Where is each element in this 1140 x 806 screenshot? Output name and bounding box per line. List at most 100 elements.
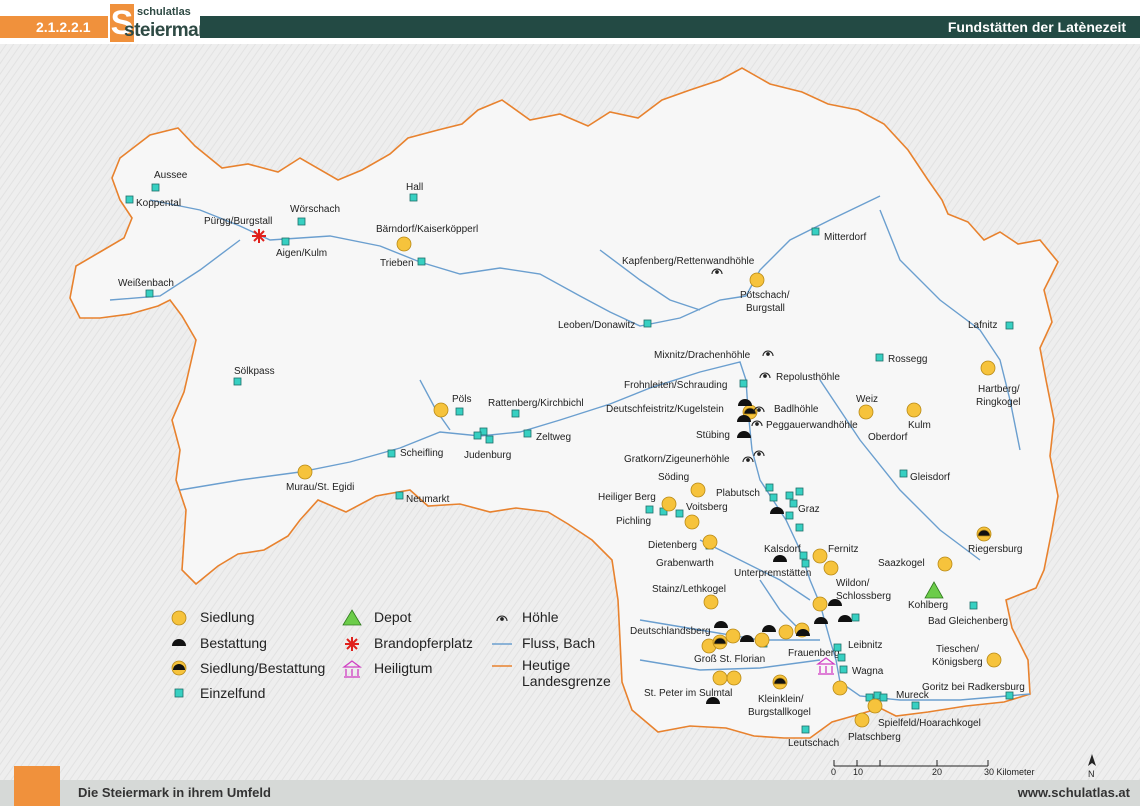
legend-einzelfund-symbol (174, 688, 184, 698)
place-label: Rattenberg/Kirchbichl (488, 398, 584, 409)
legend-hoehle: Höhle (522, 609, 559, 625)
north-label: N (1088, 769, 1095, 779)
legend-heiligtum: Heiligtum (374, 660, 432, 676)
place-label: Leoben/Donawitz (558, 320, 635, 331)
place-label: Hartberg/ (978, 384, 1020, 395)
legend-siedlung: Siedlung (200, 609, 255, 625)
header: 2.1.2.2.1 S schulatlas steiermark Fundst… (0, 0, 1140, 44)
place-label: Fernitz (828, 544, 859, 555)
place-label: Kleinklein/ (758, 694, 804, 705)
place-label: Lafnitz (968, 320, 997, 331)
footer-chapter[interactable]: Die Steiermark in ihrem Umfeld (78, 785, 271, 800)
legend-grenze-line1: Heutige (522, 657, 570, 673)
place-label: Murau/St. Egidi (286, 482, 354, 493)
place-label: Gleisdorf (910, 472, 950, 483)
place-label: Groß St. Florian (694, 654, 765, 665)
place-label: Riegersburg (968, 544, 1022, 555)
place-label: St. Peter im Sulmtal (644, 688, 732, 699)
place-label: Grabenwarth (656, 558, 714, 569)
legend-brandopferplatz-symbol (345, 637, 359, 651)
legend-siedlung-bestattung: Siedlung/Bestattung (200, 660, 325, 676)
place-label: Stübing (696, 430, 730, 441)
place-label: Leibnitz (848, 640, 882, 651)
place-label: Pöls (452, 394, 471, 405)
schulatlas-logo[interactable]: S schulatlas steiermark (110, 4, 216, 42)
place-label: Söding (658, 472, 689, 483)
place-label: Koppental (136, 198, 181, 209)
place-label: Pürgg/Burgstall (204, 216, 272, 227)
legend-grenze-line2: Landesgrenze (522, 673, 611, 689)
place-label: Dietenberg (648, 540, 697, 551)
map-canvas: Aussee Koppental Pürgg/Burgstall Wörscha… (0, 44, 1140, 780)
map-title: Fundstätten der Latènezeit (947, 19, 1126, 35)
place-label: Burgstall (746, 303, 785, 314)
place-label: Weißenbach (118, 278, 174, 289)
scale-label-20: 20 (932, 767, 942, 777)
place-label: Peggauerwandhöhle (766, 420, 858, 431)
place-label: Kapfenberg/Rettenwandhöhle (622, 256, 755, 267)
place-label: Oberdorf (868, 432, 908, 443)
place-label: Platschberg (848, 732, 901, 743)
place-label: Aussee (154, 170, 188, 181)
place-label: Ringkogel (976, 397, 1020, 408)
place-label: Goritz bei Radkersburg (922, 682, 1025, 693)
footer-website[interactable]: www.schulatlas.at (1018, 785, 1130, 800)
place-label: Mixnitz/Drachenhöhle (654, 350, 751, 361)
place-label: Zeltweg (536, 432, 571, 443)
place-label: Stainz/Lethkogel (652, 584, 726, 595)
legend-depot: Depot (374, 609, 411, 625)
place-label: Wagna (852, 666, 884, 677)
legend-brandopferplatz: Brandopferplatz (374, 635, 473, 651)
place-label: Schlossberg (836, 591, 891, 602)
place-label: Bärndorf/Kaiserköpperl (376, 224, 478, 235)
fire-altar-marker (252, 229, 266, 243)
place-label: Pötschach/ (740, 290, 790, 301)
logo-top-text: schulatlas (137, 6, 191, 18)
place-label: Neumarkt (406, 494, 450, 505)
place-label: Spielfeld/Hoarachkogel (878, 718, 981, 729)
title-bar: Fundstätten der Latènezeit (200, 16, 1140, 38)
legend-fluss: Fluss, Bach (522, 635, 595, 651)
place-label: Judenburg (464, 450, 511, 461)
place-label: Scheifling (400, 448, 443, 459)
place-label: Burgstallkogel (748, 707, 811, 718)
place-label: Plabutsch (716, 488, 760, 499)
place-label: Rossegg (888, 354, 927, 365)
place-label: Heiliger Berg (598, 492, 656, 503)
place-label: Königsberg (932, 657, 983, 668)
place-label: Wörschach (290, 204, 340, 215)
legend-siedlung-symbol (171, 610, 187, 626)
place-label: Tieschen/ (936, 644, 979, 655)
footer: Die Steiermark in ihrem Umfeld www.schul… (0, 766, 1140, 806)
legend-bestattung: Bestattung (200, 635, 267, 651)
place-label: Frauenberg (788, 648, 840, 659)
scale-label-0: 0 (831, 767, 836, 777)
styria-map-icon[interactable] (14, 766, 60, 806)
legend-einzelfund: Einzelfund (200, 685, 265, 701)
place-label: Leutschach (788, 738, 839, 749)
place-label: Kohlberg (908, 600, 948, 611)
place-label: Aigen/Kulm (276, 248, 327, 259)
place-label: Deutschfeistritz/Kugelstein (606, 404, 724, 415)
scale-label-30: 30 Kilometer (984, 767, 1035, 777)
place-label: Sölkpass (234, 366, 275, 377)
place-label: Unterpremstätten (734, 568, 811, 579)
place-label: Frohnleiten/Schrauding (624, 380, 727, 391)
place-label: Voitsberg (686, 502, 728, 513)
place-label: Trieben (380, 258, 414, 269)
place-label: Graz (798, 504, 820, 515)
place-label: Kalsdorf (764, 544, 801, 555)
place-label: Repolusthöhle (776, 372, 840, 383)
place-label: Weiz (856, 394, 878, 405)
place-label: Deutschlandsberg (630, 626, 711, 637)
map-code: 2.1.2.2.1 (0, 16, 108, 38)
place-label: Pichling (616, 516, 651, 527)
place-label: Wildon/ (836, 578, 870, 589)
scale-label-10: 10 (853, 767, 863, 777)
place-label: Gratkorn/Zigeunerhöhle (624, 454, 730, 465)
place-label: Saazkogel (878, 558, 925, 569)
place-label: Mitterdorf (824, 232, 866, 243)
place-label: Hall (406, 182, 423, 193)
place-label: Kulm (908, 420, 931, 431)
place-label: Badlhöhle (774, 404, 819, 415)
